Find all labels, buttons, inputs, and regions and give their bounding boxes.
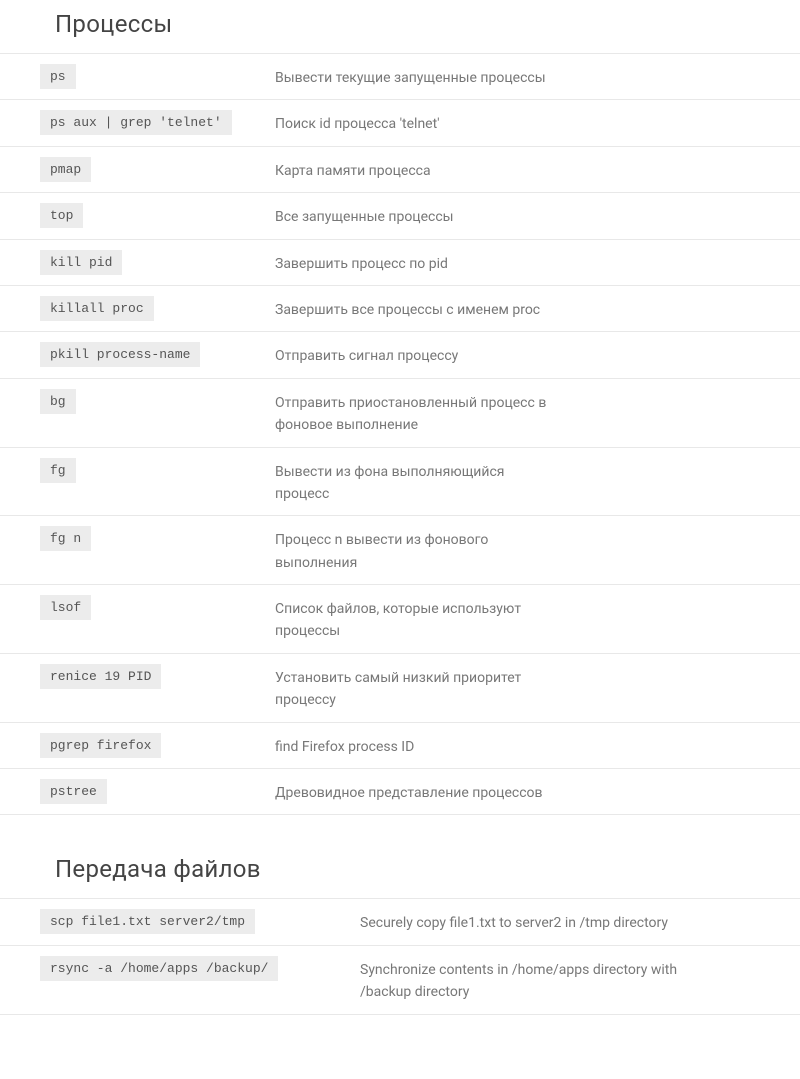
table-row: fg Вывести из фона выполняющийся процесс xyxy=(0,447,800,516)
command-cell: lsof xyxy=(40,595,275,620)
description-cell: Древовидное представление процессов xyxy=(275,779,800,804)
description-cell: Завершить процесс по pid xyxy=(275,250,800,275)
description-cell: Securely copy file1.txt to server2 in /t… xyxy=(360,909,800,934)
table-row: kill pid Завершить процесс по pid xyxy=(0,239,800,285)
table-row: rsync -a /home/apps /backup/Synchronize … xyxy=(0,945,800,1015)
table-row: pmap Карта памяти процесса xyxy=(0,146,800,192)
command-code: kill pid xyxy=(40,250,122,275)
description-cell: Поиск id процесса 'telnet' xyxy=(275,110,800,135)
description-cell: find Firefox process ID xyxy=(275,733,800,758)
description-cell: Установить самый низкий приоритет процес… xyxy=(275,664,800,712)
table-row: ps aux | grep 'telnet' Поиск id процесса … xyxy=(0,99,800,145)
command-cell: rsync -a /home/apps /backup/ xyxy=(40,956,360,981)
table-row: top Все запущенные процессы xyxy=(0,192,800,238)
table-row: lsof Список файлов, которые используют пр… xyxy=(0,584,800,653)
command-table: scp file1.txt server2/tmp Securely copy f… xyxy=(0,898,800,1014)
command-code: rsync -a /home/apps /backup/ xyxy=(40,956,278,981)
command-code: pgrep firefox xyxy=(40,733,161,758)
command-code: killall proc xyxy=(40,296,154,321)
table-row: renice 19 PID Установить самый низкий при… xyxy=(0,653,800,722)
table-row: fg n Процесс n вывести из фонового выполн… xyxy=(0,515,800,584)
description-cell: Список файлов, которые используют процес… xyxy=(275,595,800,643)
table-row: pstree Древовидное представление процессо… xyxy=(0,768,800,815)
command-code: top xyxy=(40,203,83,228)
command-code: fg xyxy=(40,458,76,483)
command-code: bg xyxy=(40,389,76,414)
description-cell: Карта памяти процесса xyxy=(275,157,800,182)
command-cell: fg n xyxy=(40,526,275,551)
description-cell: Вывести из фона выполняющийся процесс xyxy=(275,458,800,506)
command-cell: ps xyxy=(40,64,275,89)
command-cell: kill pid xyxy=(40,250,275,275)
command-cell: killall proc xyxy=(40,296,275,321)
command-cell: renice 19 PID xyxy=(40,664,275,689)
command-code: ps xyxy=(40,64,76,89)
command-code: fg n xyxy=(40,526,91,551)
command-cell: pmap xyxy=(40,157,275,182)
command-cell: scp file1.txt server2/tmp xyxy=(40,909,360,934)
description-cell: Отправить приостановленный процесс в фон… xyxy=(275,389,800,437)
command-cell: pstree xyxy=(40,779,275,804)
description-cell: Процесс n вывести из фонового выполнения xyxy=(275,526,800,574)
command-cell: pgrep firefox xyxy=(40,733,275,758)
description-cell: Завершить все процессы с именем proc xyxy=(275,296,800,321)
table-row: killall proc Завершить все процессы с име… xyxy=(0,285,800,331)
table-row: pkill process-name Отправить сигнал проце… xyxy=(0,331,800,377)
command-code: pkill process-name xyxy=(40,342,200,367)
table-row: ps Вывести текущие запущенные процессы xyxy=(0,53,800,99)
command-code: pmap xyxy=(40,157,91,182)
section-title: Передача файлов xyxy=(0,845,800,898)
description-cell: Synchronize contents in /home/apps direc… xyxy=(360,956,800,1004)
command-code: scp file1.txt server2/tmp xyxy=(40,909,255,934)
command-code: pstree xyxy=(40,779,107,804)
description-cell: Все запущенные процессы xyxy=(275,203,800,228)
description-cell: Вывести текущие запущенные процессы xyxy=(275,64,800,89)
command-cell: bg xyxy=(40,389,275,414)
table-row: scp file1.txt server2/tmp Securely copy f… xyxy=(0,898,800,944)
command-table: psВывести текущие запущенные процессыps … xyxy=(0,53,800,815)
section: Процессы ps Вывести текущие запущенные про… xyxy=(0,0,800,815)
table-row: pgrep firefox find Firefox process ID xyxy=(0,722,800,768)
command-cell: fg xyxy=(40,458,275,483)
command-code: lsof xyxy=(40,595,91,620)
section-title: Процессы xyxy=(0,0,800,53)
section: Передача файловscp file1.txt server2/tmp… xyxy=(0,845,800,1014)
table-row: bg Отправить приостановленный процесс в ф… xyxy=(0,378,800,447)
command-cell: ps aux | grep 'telnet' xyxy=(40,110,275,135)
command-code: renice 19 PID xyxy=(40,664,161,689)
command-cell: pkill process-name xyxy=(40,342,275,367)
command-code: ps aux | grep 'telnet' xyxy=(40,110,232,135)
description-cell: Отправить сигнал процессу xyxy=(275,342,800,367)
command-cell: top xyxy=(40,203,275,228)
